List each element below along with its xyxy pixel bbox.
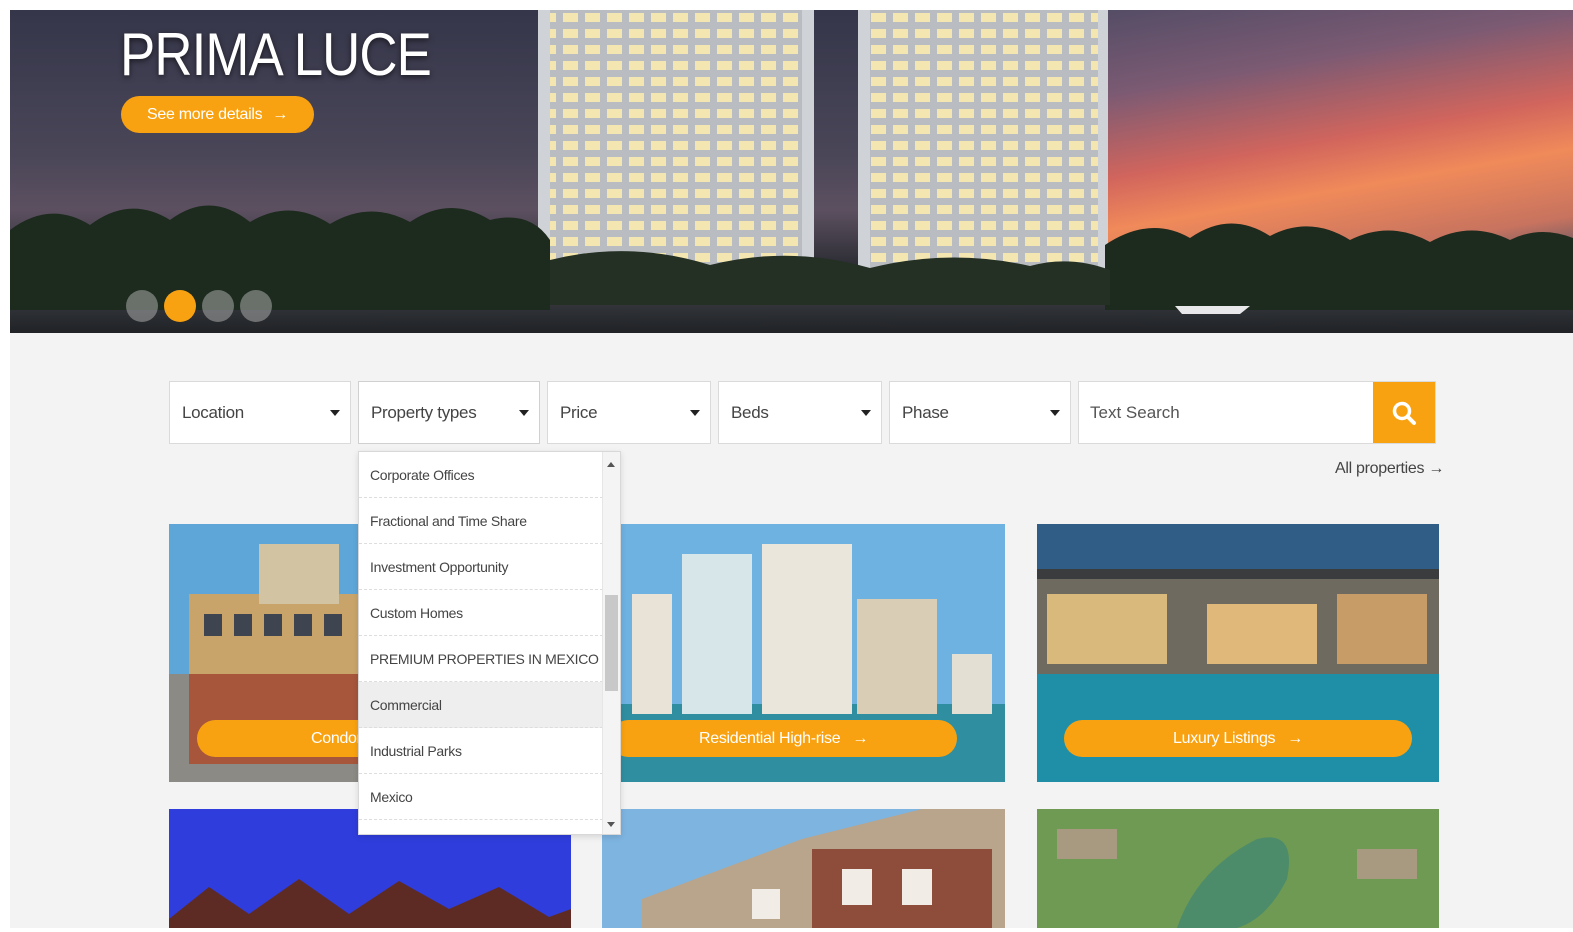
caret-down-icon [330, 410, 340, 416]
scroll-down-icon[interactable] [607, 822, 615, 827]
caret-down-icon [690, 410, 700, 416]
dropdown-scrollbar[interactable] [602, 452, 620, 834]
search-icon [1392, 401, 1416, 425]
phase-select-label: Phase [902, 402, 949, 422]
property-types-select-label: Property types [371, 402, 477, 422]
price-select-label: Price [560, 402, 598, 422]
arrow-right-icon: → [272, 105, 288, 123]
all-properties-link[interactable]: All properties → [1335, 460, 1444, 478]
dropdown-option-corporate-offices[interactable]: Corporate Offices [359, 452, 603, 498]
property-types-dropdown: Corporate Offices Fractional and Time Sh… [358, 451, 621, 835]
price-select[interactable]: Price [547, 381, 711, 444]
slider-dots [126, 290, 272, 322]
see-more-details-button[interactable]: See more details → [121, 96, 314, 133]
arrow-right-icon: → [1287, 729, 1303, 747]
property-types-select[interactable]: Property types [358, 381, 540, 444]
scrollbar-thumb[interactable] [605, 595, 618, 691]
townhomes-image [602, 809, 1005, 928]
residential-high-rise-button[interactable]: Residential High-rise → [610, 720, 957, 757]
dropdown-option-premium-properties-in-mexico[interactable]: PREMIUM PROPERTIES IN MEXICO [359, 636, 603, 682]
text-search-box [1078, 381, 1436, 444]
scroll-up-icon[interactable] [607, 462, 615, 467]
location-select-label: Location [182, 402, 244, 422]
dropdown-option-custom-homes[interactable]: Custom Homes [359, 590, 603, 636]
residential-high-rise-label: Residential High-rise [698, 729, 841, 747]
page: PRIMA LUCE See more details → Location P… [10, 10, 1573, 928]
category-card-luxury-listings[interactable]: Luxury Listings → [1037, 524, 1439, 782]
slider-dot-1[interactable] [126, 290, 158, 322]
category-card-golf-communities[interactable] [1037, 809, 1439, 928]
luxury-listings-label: Luxury Listings [1173, 729, 1276, 747]
see-more-details-label: See more details [147, 105, 263, 123]
slider-dot-2[interactable] [164, 290, 196, 322]
hero-title: PRIMA LUCE [120, 21, 432, 88]
hero-slider: PRIMA LUCE See more details → [10, 10, 1573, 333]
category-card-townhomes[interactable] [602, 809, 1005, 928]
beds-select[interactable]: Beds [718, 381, 882, 444]
dropdown-option-investment-opportunity[interactable]: Investment Opportunity [359, 544, 603, 590]
arrow-right-icon: → [852, 729, 869, 747]
dropdown-option-mexico[interactable]: Mexico [359, 774, 603, 820]
dropdown-option-fractional-and-time-share[interactable]: Fractional and Time Share [359, 498, 603, 544]
luxury-listings-button[interactable]: Luxury Listings → [1064, 720, 1412, 757]
search-button[interactable] [1373, 382, 1435, 443]
beds-select-label: Beds [731, 402, 769, 422]
caret-down-icon [519, 410, 529, 416]
slider-dot-3[interactable] [202, 290, 234, 322]
caret-down-icon [1050, 410, 1060, 416]
golf-communities-image [1037, 809, 1439, 928]
caret-down-icon [861, 410, 871, 416]
text-search-input[interactable] [1079, 382, 1373, 443]
category-card-residential-high-rise[interactable]: Residential High-rise → [602, 524, 1005, 782]
phase-select[interactable]: Phase [889, 381, 1071, 444]
dropdown-option-industrial-parks[interactable]: Industrial Parks [359, 728, 603, 774]
dropdown-option-commercial[interactable]: Commercial [359, 682, 603, 728]
location-select[interactable]: Location [169, 381, 351, 444]
slider-dot-4[interactable] [240, 290, 272, 322]
